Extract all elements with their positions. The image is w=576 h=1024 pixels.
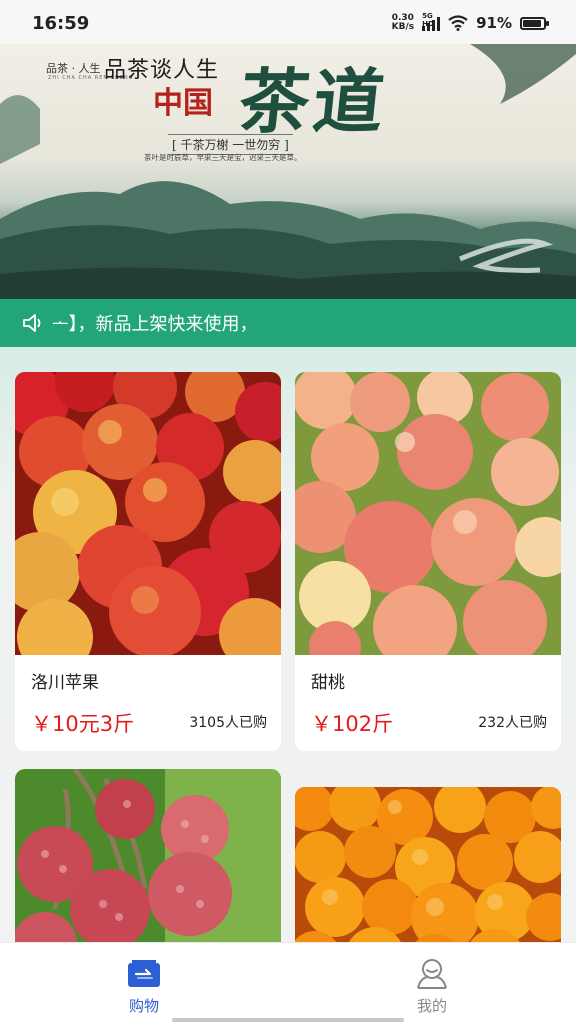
tab-shopping-label: 购物 — [128, 997, 159, 1015]
product-image-peaches — [295, 372, 561, 655]
banner-title: 茶道 — [235, 60, 392, 143]
network-speed-unit: KB/s — [391, 22, 415, 32]
notice-bar[interactable]: ᅩ】，新品上架快来使用， — [0, 299, 576, 347]
product-card[interactable] — [15, 769, 281, 942]
product-image-oranges — [295, 787, 561, 942]
status-icons: 0.30 KB/s 5G HD 91% — [392, 12, 549, 34]
shopping-bag-icon — [128, 960, 160, 987]
banner[interactable]: 品茶 · 人生 ZHI CHA CHA REN SHENG 品茶谈人生 中国 茶… — [0, 44, 576, 299]
product-name: 甜桃 — [311, 673, 345, 693]
product-grid: 洛川苹果 ￥10元3斤 3105人已购 甜桃 ￥102斤 232人已购 — [0, 347, 576, 942]
battery-percent: 91% — [476, 14, 512, 32]
speaker-icon — [23, 314, 41, 332]
product-image-lychees — [15, 769, 281, 942]
product-price: ￥10元3斤 — [31, 712, 135, 736]
status-time: 16:59 — [32, 13, 90, 34]
product-sold-count: 3105人已购 — [189, 715, 267, 731]
battery-icon — [520, 16, 549, 30]
product-sold-count: 232人已购 — [478, 715, 547, 731]
banner-small-brand: 品茶 · 人生 — [46, 62, 101, 75]
status-bar: 16:59 0.30 KB/s 5G HD 91% — [0, 0, 576, 44]
signal-label: 5G HD — [422, 12, 434, 28]
home-indicator — [172, 1018, 404, 1022]
user-icon — [417, 959, 447, 989]
battery-level — [523, 19, 541, 27]
product-card[interactable]: 甜桃 ￥102斤 232人已购 — [295, 372, 561, 751]
wifi-icon — [448, 15, 468, 31]
banner-description: 茶叶是时辰草，早采三天是宝，迟采三天是草。 — [144, 153, 302, 162]
network-speed: 0.30 KB/s — [392, 14, 414, 32]
tab-shopping[interactable]: 购物 — [104, 957, 184, 1016]
tab-mine-label: 我的 — [416, 997, 447, 1015]
banner-china: 中国 — [153, 86, 213, 121]
tab-mine[interactable]: 我的 — [392, 957, 472, 1016]
product-card[interactable] — [295, 787, 561, 942]
product-image-apples — [15, 372, 281, 655]
signal-icon: 5G HD — [422, 12, 441, 31]
product-price: ￥102斤 — [311, 712, 394, 736]
bottom-tab-bar: 购物 我的 — [0, 942, 576, 1024]
notice-text: ᅩ】，新品上架快来使用， — [52, 314, 258, 335]
product-card[interactable]: 洛川苹果 ￥10元3斤 3105人已购 — [15, 372, 281, 751]
product-name: 洛川苹果 — [31, 673, 99, 693]
